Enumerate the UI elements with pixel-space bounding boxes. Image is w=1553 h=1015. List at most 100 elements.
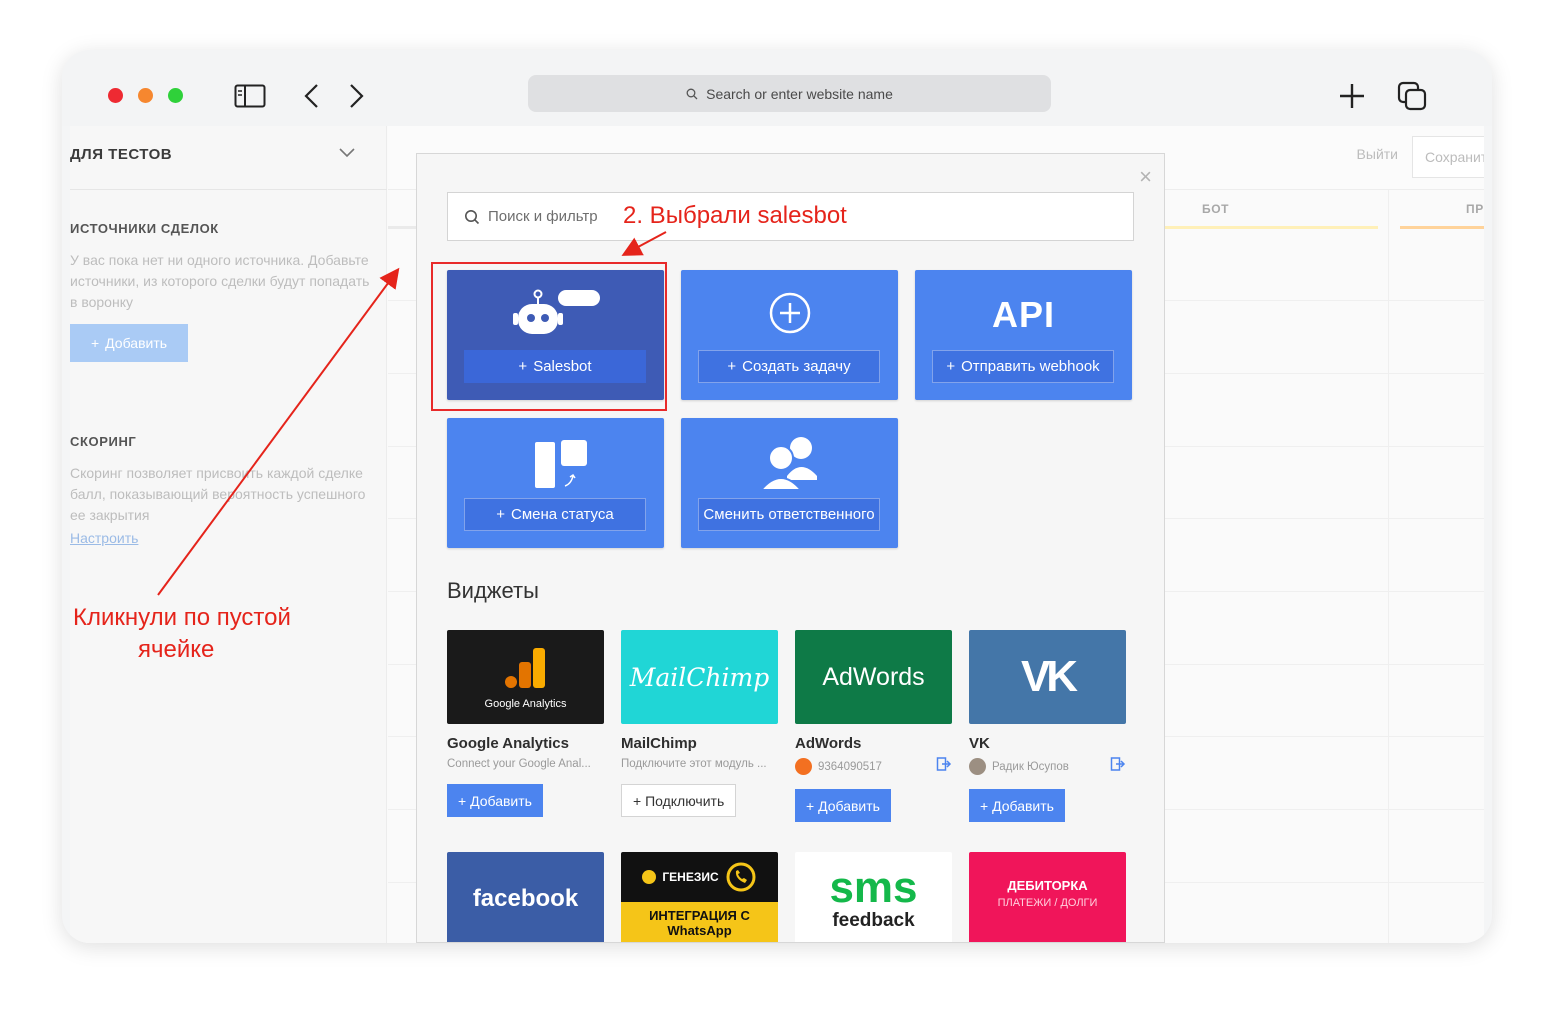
add-widget-button[interactable]: + Добавить	[447, 784, 543, 817]
status-change-icon	[447, 438, 664, 490]
connect-widget-button[interactable]: + Подключить	[621, 784, 737, 817]
widget-description-text: Подключите этот модуль ...	[621, 758, 767, 770]
browser-toolbar: Search or enter website name	[62, 50, 1492, 126]
widget-facebook[interactable]: facebook	[447, 852, 604, 942]
pipeline-settings-sidebar: ДЛЯ ТЕСТОВ ИСТОЧНИКИ СДЕЛОК У вас пока н…	[70, 126, 387, 943]
widget-mailchimp[interactable]: MailChimp MailChimp Подключите этот моду…	[621, 630, 778, 817]
sources-title: ИСТОЧНИКИ СДЕЛОК	[70, 221, 219, 236]
plus-icon: +	[90, 335, 100, 351]
tabs-overview-icon[interactable]	[1394, 78, 1430, 114]
logout-icon[interactable]	[1110, 756, 1126, 777]
tile-label: Отправить webhook	[961, 358, 1100, 375]
plus-circle-icon	[681, 290, 898, 336]
tile-label: Сменить ответственного	[703, 506, 875, 523]
maximize-window-button[interactable]	[168, 88, 183, 103]
annotation-step1-line2: ячейке	[138, 636, 215, 663]
logo-text: ИНТЕГРАЦИЯ С	[649, 908, 750, 923]
widget-description-text: Радик Юсупов	[992, 760, 1069, 773]
widget-description-text: Connect your Google Anal...	[447, 758, 591, 770]
create-task-tile[interactable]: + Создать задачу	[681, 270, 898, 400]
google-analytics-logo: Google Analytics	[447, 630, 604, 724]
mailchimp-logo: MailChimp	[621, 630, 778, 724]
plus-icon: +	[727, 358, 737, 375]
add-widget-button[interactable]: + Добавить	[795, 789, 891, 822]
logo-text: feedback	[832, 910, 915, 931]
logo-text: Google Analytics	[484, 698, 567, 710]
logo-text: AdWords	[822, 662, 925, 691]
sources-description: У вас пока нет ни одного источника. Доба…	[70, 252, 370, 310]
logo-text: ДЕБИТОРКА	[1007, 878, 1088, 893]
column-color-line	[1164, 226, 1378, 229]
widget-genesis-whatsapp[interactable]: ГЕНЕЗИС ИНТЕГРАЦИЯ С WhatsApp	[621, 852, 778, 942]
tile-label: Смена статуса	[511, 506, 614, 523]
sms-feedback-logo: sms feedback	[795, 852, 952, 942]
close-window-button[interactable]	[108, 88, 123, 103]
address-bar-placeholder: Search or enter website name	[706, 85, 893, 102]
widget-debitorka[interactable]: ДЕБИТОРКА ПЛАТЕЖИ / ДОЛГИ	[969, 852, 1126, 942]
widget-name: Google Analytics	[447, 735, 569, 752]
widget-description: Радик Юсупов	[969, 758, 1126, 775]
api-icon: API	[915, 294, 1132, 336]
widget-description: 9364090517	[795, 758, 952, 775]
change-responsible-button[interactable]: Сменить ответственного	[698, 498, 880, 531]
users-icon	[681, 432, 898, 492]
widget-description: Connect your Google Anal...	[447, 758, 604, 770]
column-color-line	[1400, 226, 1484, 229]
widget-adwords[interactable]: AdWords AdWords 9364090517 + Добавить	[795, 630, 952, 822]
back-icon[interactable]	[294, 78, 330, 114]
genesis-whatsapp-logo: ГЕНЕЗИС ИНТЕГРАЦИЯ С WhatsApp	[621, 852, 778, 942]
salesbot-highlight-box	[431, 262, 667, 411]
tile-label: Создать задачу	[742, 358, 851, 375]
logo-text: facebook	[472, 885, 579, 912]
widget-description: Подключите этот модуль ...	[621, 758, 778, 770]
browser-window: Search or enter website name ДЛЯ ТЕСТОВ …	[62, 50, 1492, 943]
logout-icon[interactable]	[936, 756, 952, 777]
pipeline-name: ДЛЯ ТЕСТОВ	[70, 146, 173, 163]
widget-name: MailChimp	[621, 735, 697, 752]
forward-icon[interactable]	[338, 78, 374, 114]
logo-text: WhatsApp	[667, 923, 732, 938]
widget-vk[interactable]: VK VK Радик Юсупов + Добавить	[969, 630, 1126, 822]
account-avatar	[795, 758, 812, 775]
chevron-down-icon[interactable]	[338, 146, 356, 164]
exit-button[interactable]: Выйти	[1357, 146, 1398, 162]
webhook-tile[interactable]: API + Отправить webhook	[915, 270, 1132, 400]
plus-icon: +	[946, 358, 956, 375]
save-button[interactable]: Сохранить	[1412, 136, 1484, 178]
logo-text: ГЕНЕЗИС	[662, 870, 719, 884]
scoring-description: Скоринг позволяет присвоить каждой сделк…	[70, 465, 366, 523]
debitorka-logo: ДЕБИТОРКА ПЛАТЕЖИ / ДОЛГИ	[969, 852, 1126, 942]
minimize-window-button[interactable]	[138, 88, 153, 103]
add-source-label: Добавить	[105, 335, 168, 351]
add-widget-button[interactable]: + Добавить	[969, 789, 1065, 822]
change-status-button[interactable]: + Смена статуса	[464, 498, 646, 531]
new-tab-icon[interactable]	[1334, 78, 1370, 114]
logo-text: sms	[829, 863, 918, 912]
api-icon-text: API	[991, 294, 1055, 335]
genesis-mark-icon	[642, 870, 657, 884]
column-header-bot: БОТ	[1202, 202, 1230, 216]
logo-text: MailChimp	[629, 662, 770, 692]
logo-text: ПЛАТЕЖИ / ДОЛГИ	[997, 897, 1098, 909]
logo-text: VK	[1020, 652, 1078, 701]
create-task-button[interactable]: + Создать задачу	[698, 350, 880, 383]
close-icon[interactable]: ×	[1139, 164, 1152, 190]
change-status-tile[interactable]: + Смена статуса	[447, 418, 664, 548]
widget-description-text: 9364090517	[818, 760, 882, 773]
plus-icon: +	[496, 506, 506, 523]
widget-sms-feedback[interactable]: sms feedback	[795, 852, 952, 942]
widgets-heading: Виджеты	[447, 578, 539, 603]
column-color-line	[388, 226, 418, 229]
adwords-logo: AdWords	[795, 630, 952, 724]
widget-name: VK	[969, 735, 990, 752]
send-webhook-button[interactable]: + Отправить webhook	[932, 350, 1114, 383]
configure-scoring-link[interactable]: Настроить	[70, 530, 138, 546]
address-bar[interactable]: Search or enter website name	[528, 75, 1051, 112]
add-source-button[interactable]: + Добавить	[70, 324, 188, 362]
sidebar-toggle-icon[interactable]	[232, 78, 268, 114]
pipeline-selector[interactable]: ДЛЯ ТЕСТОВ	[70, 126, 387, 190]
widget-google-analytics[interactable]: Google Analytics Google Analytics Connec…	[447, 630, 604, 817]
annotation-step1-line1: Кликнули по пустой	[73, 604, 291, 631]
change-responsible-tile[interactable]: Сменить ответственного	[681, 418, 898, 548]
vk-logo: VK	[969, 630, 1126, 724]
